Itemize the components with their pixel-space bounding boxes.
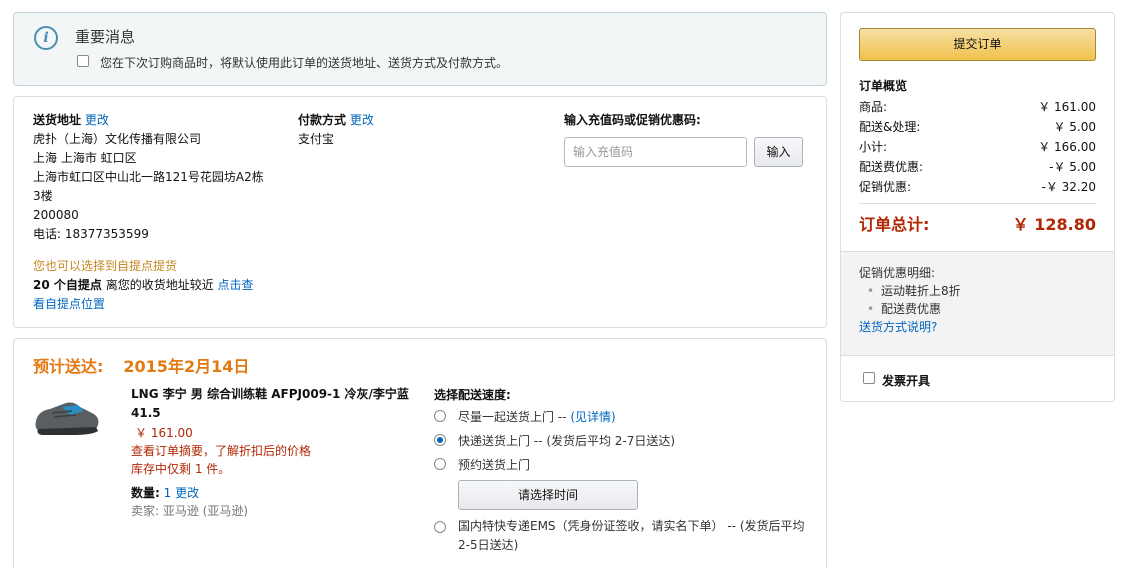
payment-method: 付款方式 更改 支付宝 xyxy=(298,111,374,149)
promo-code-input[interactable]: 输入充值码 xyxy=(564,137,747,167)
speed-radio-scheduled[interactable] xyxy=(434,458,446,470)
promo-heading: 输入充值码或促销优惠码: xyxy=(564,113,701,127)
payment-heading: 付款方式 xyxy=(298,113,347,127)
summary-row-shipping-discount: 配送费优惠: -￥ 5.00 xyxy=(859,158,1096,178)
payment-value: 支付宝 xyxy=(298,132,335,146)
summary-divider xyxy=(859,203,1096,204)
summary-title: 订单概览 xyxy=(859,79,908,93)
shipping-heading: 送货地址 xyxy=(33,113,82,127)
pickup-count: 20 个自提点 xyxy=(33,278,102,292)
default-settings-label: 您在下次订购商品时，将默认使用此订单的送货地址、送货方式及付款方式。 xyxy=(100,56,509,70)
summary-value: ￥ 161.00 xyxy=(1038,100,1096,114)
address-line: 上海市虹口区中山北一路121号花园坊A2栋 xyxy=(33,170,264,184)
summary-value: ￥ 5.00 xyxy=(1053,120,1096,134)
delivery-panel: 预计送达: 2015年2月14日 LNG 李宁 男 综合训练鞋 AFPJ009-1… xyxy=(13,338,827,568)
promo-item: 运动鞋折上8折 xyxy=(859,282,1096,300)
speed-radio-express[interactable] xyxy=(434,434,446,446)
shipping-info-link[interactable]: 送货方式说明? xyxy=(859,320,937,334)
product-price: ￥ 161.00 xyxy=(135,426,193,440)
delivery-date: 2015年2月14日 xyxy=(123,357,250,376)
summary-label: 促销优惠: xyxy=(859,180,912,194)
summary-value: -￥ 32.20 xyxy=(1041,180,1097,194)
address-line: 3楼 xyxy=(33,189,53,203)
summary-label: 小计: xyxy=(859,140,888,154)
delivery-estimate-label: 预计送达: xyxy=(33,357,104,376)
speed-option-express[interactable]: 快递送货上门 -- (发货后平均 2-7日送达) xyxy=(458,432,675,449)
total-value: ￥ 128.80 xyxy=(1012,215,1096,234)
address-line: 上海 上海市 虹口区 xyxy=(33,151,137,165)
discount-note: 查看订单摘要，了解折扣后的价格 xyxy=(131,444,312,458)
see-details-link[interactable]: (见详情) xyxy=(570,410,615,424)
summary-label: 配送&处理: xyxy=(859,120,921,134)
speed-option-label: 快递送货上门 -- xyxy=(458,434,543,448)
pickup-text: 离您的收货地址较近 xyxy=(101,278,218,292)
default-settings-checkbox[interactable] xyxy=(77,55,89,67)
place-order-button[interactable]: 提交订单 xyxy=(859,28,1096,61)
speed-option-ems[interactable]: 国内特快专递EMS（凭身份证签收，请实名下单） -- (发货后平均 2-5日送达… xyxy=(458,517,808,555)
summary-row-shipping: 配送&处理: ￥ 5.00 xyxy=(859,118,1096,138)
speed-radio-together[interactable] xyxy=(434,410,446,422)
product-image[interactable] xyxy=(32,391,102,441)
product-title[interactable]: LNG 李宁 男 综合训练鞋 AFPJ009-1 冷灰/李宁蓝 41.5 xyxy=(131,385,411,423)
order-total: 订单总计: ￥ 128.80 xyxy=(859,211,1096,235)
speed-option-label: 尽量一起送货上门 -- xyxy=(458,410,567,424)
speed-option-scheduled[interactable]: 预约送货上门 xyxy=(458,456,530,473)
shipping-speed-title: 选择配送速度: xyxy=(434,388,511,402)
summary-label: 商品: xyxy=(859,100,888,114)
address-payment-panel: 送货地址 更改 虎扑（上海）文化传播有限公司 上海 上海市 虹口区 上海市虹口区… xyxy=(13,96,827,328)
pickup-hint: 您也可以选择到自提点提货 xyxy=(33,259,178,273)
notice-title: 重要消息 xyxy=(75,28,136,46)
summary-row-items: 商品: ￥ 161.00 xyxy=(859,98,1096,118)
promo-item: 配送费优惠 xyxy=(859,300,1096,318)
important-notice: i 重要消息 您在下次订购商品时，将默认使用此订单的送货地址、送货方式及付款方式… xyxy=(13,12,827,86)
summary-row-promo-discount: 促销优惠: -￥ 32.20 xyxy=(859,178,1096,198)
order-summary: 提交订单 订单概览 商品: ￥ 161.00 配送&处理: ￥ 5.00 小计: ￥ … xyxy=(840,12,1115,402)
qty-value[interactable]: 1 xyxy=(164,486,172,500)
pickup-link-part1[interactable]: 点击查 xyxy=(218,276,260,295)
promo-details-title: 促销优惠明细: xyxy=(859,266,936,280)
address-phone: 电话: 18377353599 xyxy=(33,227,149,241)
info-icon: i xyxy=(34,26,58,50)
speed-radio-ems[interactable] xyxy=(434,521,446,533)
shipping-address: 送货地址 更改 虎扑（上海）文化传播有限公司 上海 上海市 虹口区 上海市虹口区… xyxy=(33,111,293,244)
address-line: 200080 xyxy=(33,208,79,222)
quantity: 数量: 1 更改 xyxy=(131,484,199,501)
stock-note: 库存中仅剩 1 件。 xyxy=(131,462,231,476)
speed-option-together[interactable]: 尽量一起送货上门 -- (见详情) xyxy=(458,408,616,425)
change-address-link[interactable]: 更改 xyxy=(85,113,109,127)
summary-label: 配送费优惠: xyxy=(859,160,924,174)
promo-details: 促销优惠明细: 运动鞋折上8折 配送费优惠 送货方式说明? xyxy=(841,251,1114,356)
qty-change-link[interactable]: 更改 xyxy=(175,486,199,500)
summary-row-subtotal: 小计: ￥ 166.00 xyxy=(859,138,1096,158)
invoice-checkbox[interactable] xyxy=(863,372,875,384)
product-notes: 查看订单摘要，了解折扣后的价格 库存中仅剩 1 件。 xyxy=(131,442,311,478)
invoice-label: 发票开具 xyxy=(882,374,931,388)
delivery-estimate: 预计送达: 2015年2月14日 xyxy=(33,353,269,377)
summary-value: ￥ 166.00 xyxy=(1038,140,1096,154)
apply-promo-button[interactable]: 输入 xyxy=(754,137,803,167)
select-time-button[interactable]: 请选择时间 xyxy=(458,480,638,510)
total-label: 订单总计: xyxy=(859,215,930,234)
change-payment-link[interactable]: 更改 xyxy=(350,113,374,127)
pickup-link[interactable]: 点击查 xyxy=(218,278,260,292)
pickup-section: 您也可以选择到自提点提货 20 个自提点 离您的收货地址较近 点击查 看自提点位… xyxy=(33,257,260,314)
summary-value: -￥ 5.00 xyxy=(1049,160,1096,174)
qty-label: 数量: xyxy=(131,486,160,500)
speed-option-eta: (发货后平均 2-7日送达) xyxy=(546,434,676,448)
address-line: 虎扑（上海）文化传播有限公司 xyxy=(33,132,202,146)
seller-info: 卖家: 亚马逊 (亚马逊) xyxy=(131,504,249,518)
pickup-link-cont[interactable]: 看自提点位置 xyxy=(33,297,105,311)
